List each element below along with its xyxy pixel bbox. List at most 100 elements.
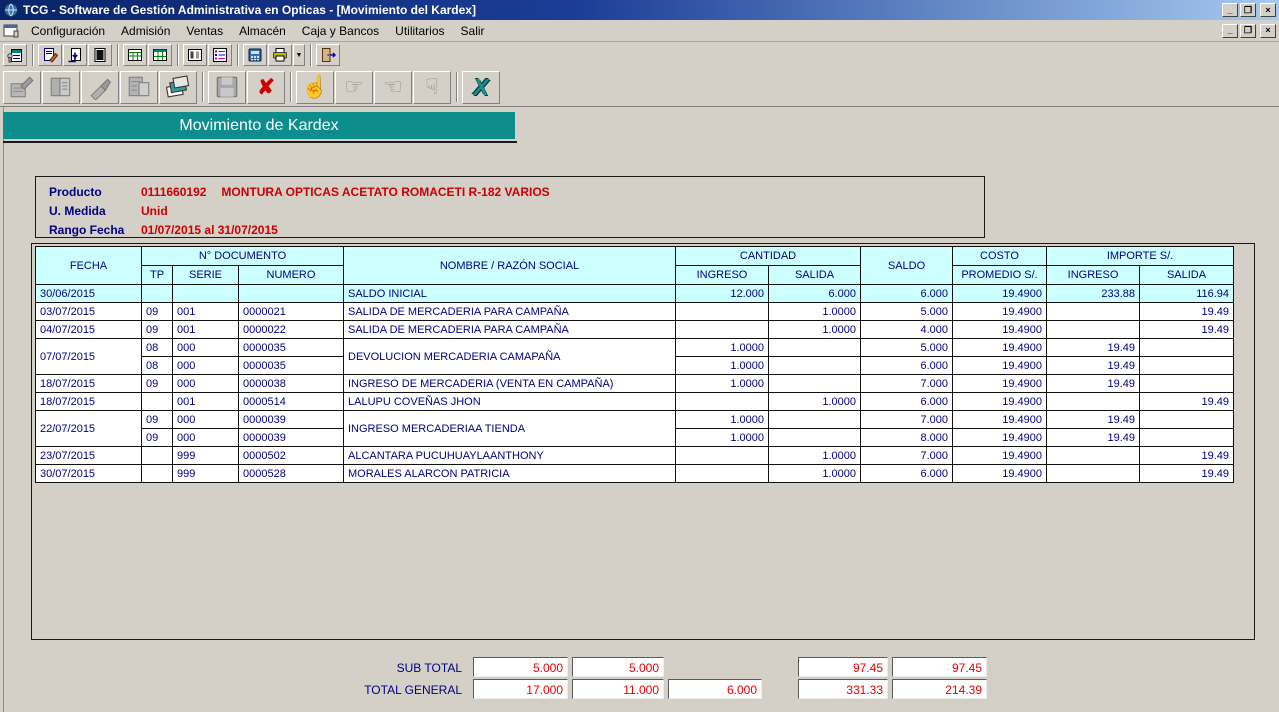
- close-button[interactable]: ×: [1260, 3, 1276, 17]
- cell-ci: 1.0000: [676, 429, 769, 447]
- cell-numero: 0000022: [239, 321, 344, 339]
- table-row[interactable]: 04/07/2015090010000022SALIDA DE MERCADER…: [36, 321, 1234, 339]
- cell-is: [1140, 339, 1234, 357]
- printer-button[interactable]: [268, 44, 292, 66]
- grid-view-1-icon: [127, 47, 143, 63]
- export-excel-button[interactable]: X: [462, 71, 500, 104]
- cell-serie: 001: [173, 321, 239, 339]
- table-row[interactable]: 18/07/2015090000000038INGRESO DE MERCADE…: [36, 375, 1234, 393]
- menu-caja-y-bancos[interactable]: Caja y Bancos: [294, 21, 387, 41]
- master-grid-button: [120, 71, 158, 104]
- columns-view-button[interactable]: [183, 44, 207, 66]
- cell-ci: [676, 465, 769, 483]
- table-row[interactable]: 30/06/2015SALDO INICIAL12.0006.0006.0001…: [36, 285, 1234, 303]
- minimize-button[interactable]: _: [1222, 3, 1238, 17]
- exit-door-button[interactable]: [316, 44, 340, 66]
- cell-cs: 6.000: [769, 285, 861, 303]
- subtotal-cantidad-ingreso: 5.000: [473, 657, 568, 677]
- total-general-label: TOTAL GENERAL: [292, 683, 462, 697]
- cell-saldo: 8.000: [861, 429, 953, 447]
- report-design-button[interactable]: [38, 44, 62, 66]
- menu-salir[interactable]: Salir: [453, 21, 493, 41]
- cell-nombre: DEVOLUCION MERCADERIA CAMAPAÑA: [344, 339, 676, 375]
- cell-serie: 000: [173, 375, 239, 393]
- cell-saldo: 6.000: [861, 393, 953, 411]
- toolbar-separator: [310, 44, 312, 66]
- cell-cs: [769, 339, 861, 357]
- printer-dropdown-button[interactable]: ▼: [293, 44, 305, 66]
- save-icon: [214, 74, 240, 100]
- exit-door-icon: [320, 47, 336, 63]
- cell-ii: 233.88: [1047, 285, 1140, 303]
- toolbar-actions: ✘ ☝ ☞ ☜ ☟ X: [0, 68, 1279, 107]
- rango-fecha-value: 01/07/2015 al 31/07/2015: [141, 223, 278, 237]
- nav-previous-button[interactable]: ☞: [335, 71, 373, 104]
- menubar: Configuración Admisión Ventas Almacén Ca…: [0, 20, 1279, 42]
- grid-view-2-button[interactable]: [148, 44, 172, 66]
- header-importe-salida: SALIDA: [1140, 266, 1234, 285]
- cell-numero: 0000502: [239, 447, 344, 465]
- calculator-button[interactable]: [243, 44, 267, 66]
- doc-preview-button[interactable]: [88, 44, 112, 66]
- window-key-button[interactable]: [3, 44, 27, 66]
- mdi-child-icon[interactable]: [3, 24, 19, 38]
- list-view-button[interactable]: [208, 44, 232, 66]
- cell-nombre: ALCANTARA PUCUHUAYLAANTHONY: [344, 447, 676, 465]
- cell-fecha: 18/07/2015: [36, 375, 142, 393]
- nav-last-button[interactable]: ☟: [413, 71, 451, 104]
- table-row[interactable]: 03/07/2015090010000021SALIDA DE MERCADER…: [36, 303, 1234, 321]
- table-row[interactable]: 07/07/2015080000000035DEVOLUCION MERCADE…: [36, 339, 1234, 357]
- cell-fecha: 22/07/2015: [36, 411, 142, 447]
- nav-previous-icon: ☞: [344, 76, 364, 98]
- catalog-books-icon: [165, 74, 191, 100]
- nav-first-button[interactable]: ☝: [296, 71, 334, 104]
- header-cantidad-ingreso: INGRESO: [676, 266, 769, 285]
- edit-button: [81, 71, 119, 104]
- catalog-books-button[interactable]: [159, 71, 197, 104]
- menu-utilitarios[interactable]: Utilitarios: [387, 21, 452, 41]
- header-cantidad: CANTIDAD: [676, 247, 861, 266]
- mdi-close-button[interactable]: ×: [1260, 24, 1276, 38]
- cell-ci: [676, 447, 769, 465]
- total-cantidad-salida: 11.000: [572, 679, 664, 699]
- cell-cs: [769, 375, 861, 393]
- mdi-minimize-button[interactable]: _: [1222, 24, 1238, 38]
- cell-ii: [1047, 447, 1140, 465]
- cell-ci: 12.000: [676, 285, 769, 303]
- producto-code: 0111660192: [141, 185, 206, 199]
- cell-tp: 09: [142, 321, 173, 339]
- cell-tp: [142, 465, 173, 483]
- save-button: [208, 71, 246, 104]
- subtotal-label: SUB TOTAL: [292, 661, 462, 675]
- cell-nombre: SALIDA DE MERCADERIA PARA CAMPAÑA: [344, 321, 676, 339]
- table-row[interactable]: 22/07/2015090000000039INGRESO MERCADERIA…: [36, 411, 1234, 429]
- cell-is: 116.94: [1140, 285, 1234, 303]
- nav-next-button[interactable]: ☜: [374, 71, 412, 104]
- columns-view-icon: [187, 47, 203, 63]
- table-row[interactable]: 23/07/20159990000502ALCANTARA PUCUHUAYLA…: [36, 447, 1234, 465]
- header-saldo: SALDO: [861, 247, 953, 285]
- cancel-button[interactable]: ✘: [247, 71, 285, 104]
- cell-cs: 1.0000: [769, 465, 861, 483]
- toolbar-separator: [32, 44, 34, 66]
- table-row[interactable]: 18/07/20150010000514LALUPU COVEÑAS JHON1…: [36, 393, 1234, 411]
- grid-view-1-button[interactable]: [123, 44, 147, 66]
- cell-ii: [1047, 393, 1140, 411]
- cell-cs: 1.0000: [769, 303, 861, 321]
- cell-tp: 09: [142, 411, 173, 429]
- toolbar-separator: [202, 72, 204, 102]
- calculator-icon: [247, 47, 263, 63]
- medida-label: U. Medida: [49, 204, 141, 218]
- cell-ii: 19.49: [1047, 411, 1140, 429]
- doc-import-button[interactable]: [63, 44, 87, 66]
- mdi-restore-button[interactable]: ❐: [1240, 24, 1256, 38]
- menu-admision[interactable]: Admisión: [113, 21, 178, 41]
- subtotal-importe-ingreso: 97.45: [798, 657, 888, 677]
- menu-almacen[interactable]: Almacén: [231, 21, 294, 41]
- doc-import-icon: [67, 47, 83, 63]
- table-row[interactable]: 30/07/20159990000528MORALES ALARCON PATR…: [36, 465, 1234, 483]
- subtotal-importe-salida: 97.45: [892, 657, 987, 677]
- menu-ventas[interactable]: Ventas: [178, 21, 231, 41]
- restore-button[interactable]: ❐: [1240, 3, 1256, 17]
- menu-configuracion[interactable]: Configuración: [23, 21, 113, 41]
